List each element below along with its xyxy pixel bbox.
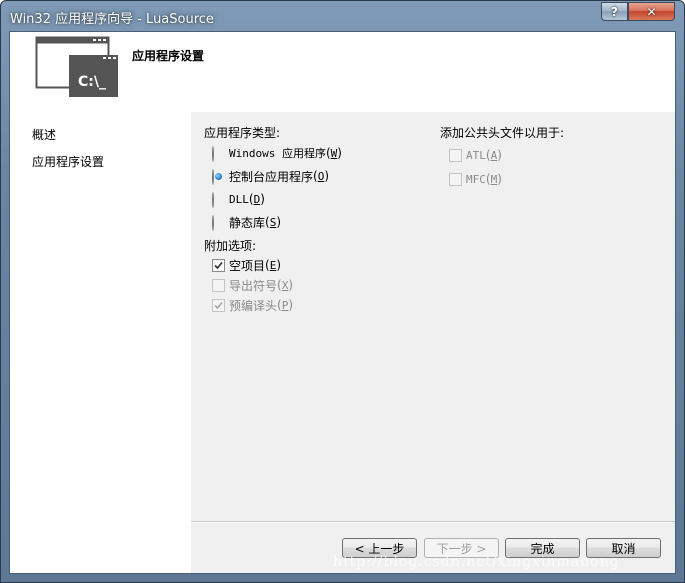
additional-options-label: 附加选项: xyxy=(204,239,257,253)
checkbox-empty-project[interactable]: 空项目 (E) xyxy=(212,257,281,273)
sidebar-item-application-settings[interactable]: 应用程序设置 xyxy=(32,153,104,170)
option-text: Windows 应用程序 xyxy=(229,147,326,160)
option-accel: S xyxy=(269,216,277,229)
button-separator xyxy=(191,521,675,523)
option-text: DLL xyxy=(229,192,249,206)
radio-circle-icon xyxy=(212,145,225,162)
console-window-icon: C:\_ xyxy=(35,36,118,97)
checkbox-mfc[interactable]: MFC (M) xyxy=(449,171,502,187)
help-button[interactable]: ? xyxy=(601,2,628,21)
checkbox-atl[interactable]: ATL (A) xyxy=(449,147,502,163)
radio-windows-app[interactable]: Windows 应用程序 (W) xyxy=(212,145,342,162)
watermark-text: http://blog.csdn.net/xingxinmanong xyxy=(333,554,620,570)
radio-dll[interactable]: DLL (D) xyxy=(212,191,265,208)
wizard-sidebar: 概述 应用程序设置 xyxy=(10,112,191,573)
option-accel: X xyxy=(281,279,289,292)
checkbox-checked-icon xyxy=(212,258,225,272)
option-text: ATL xyxy=(466,148,486,162)
checkbox-checked-icon xyxy=(212,298,225,312)
option-text: 预编译头 xyxy=(229,298,278,313)
option-text: 静态库 xyxy=(229,215,266,230)
option-accel: P xyxy=(281,299,289,312)
window-title: Win32 应用程序向导 - LuaSource xyxy=(10,12,214,27)
settings-panel: 应用程序类型: Windows 应用程序 (W) 控制台应用程序 (O) DLL… xyxy=(191,112,675,573)
option-accel: A xyxy=(490,149,498,162)
radio-console-app[interactable]: 控制台应用程序 (O) xyxy=(212,168,329,185)
radio-circle-icon xyxy=(212,214,225,231)
checkbox-export-symbols[interactable]: 导出符号 (X) xyxy=(212,277,293,293)
wizard-header: C:\_ 应用程序设置 xyxy=(10,32,675,112)
radio-static-lib[interactable]: 静态库 (S) xyxy=(212,214,281,231)
title-bar[interactable]: Win32 应用程序向导 - LuaSource ? ✕ xyxy=(1,1,685,31)
checkbox-unchecked-icon xyxy=(449,172,462,186)
option-accel: W xyxy=(330,147,338,160)
app-type-label: 应用程序类型: xyxy=(204,126,281,140)
option-text: 导出符号 xyxy=(229,278,278,293)
option-text: 控制台应用程序 xyxy=(229,169,314,184)
sidebar-item-overview[interactable]: 概述 xyxy=(32,126,56,143)
option-accel: E xyxy=(269,259,277,272)
checkbox-unchecked-icon xyxy=(212,278,225,292)
option-accel: D xyxy=(253,193,261,206)
checkbox-precompiled-header[interactable]: 预编译头 (P) xyxy=(212,297,293,313)
option-text: 空项目 xyxy=(229,258,266,273)
console-logo-text: C:\_ xyxy=(78,74,106,90)
option-accel: O xyxy=(317,170,325,183)
option-text: MFC xyxy=(466,172,486,186)
page-title: 应用程序设置 xyxy=(132,49,205,63)
option-accel: M xyxy=(490,173,498,186)
radio-selected-icon xyxy=(212,168,225,185)
common-headers-label: 添加公共头文件以用于: xyxy=(440,126,565,140)
close-button[interactable]: ✕ xyxy=(628,2,675,21)
radio-circle-icon xyxy=(212,191,225,208)
wizard-client-area: C:\_ 应用程序设置 概述 应用程序设置 应用程序类型: Windows 应用… xyxy=(9,31,676,574)
checkbox-unchecked-icon xyxy=(449,148,462,162)
